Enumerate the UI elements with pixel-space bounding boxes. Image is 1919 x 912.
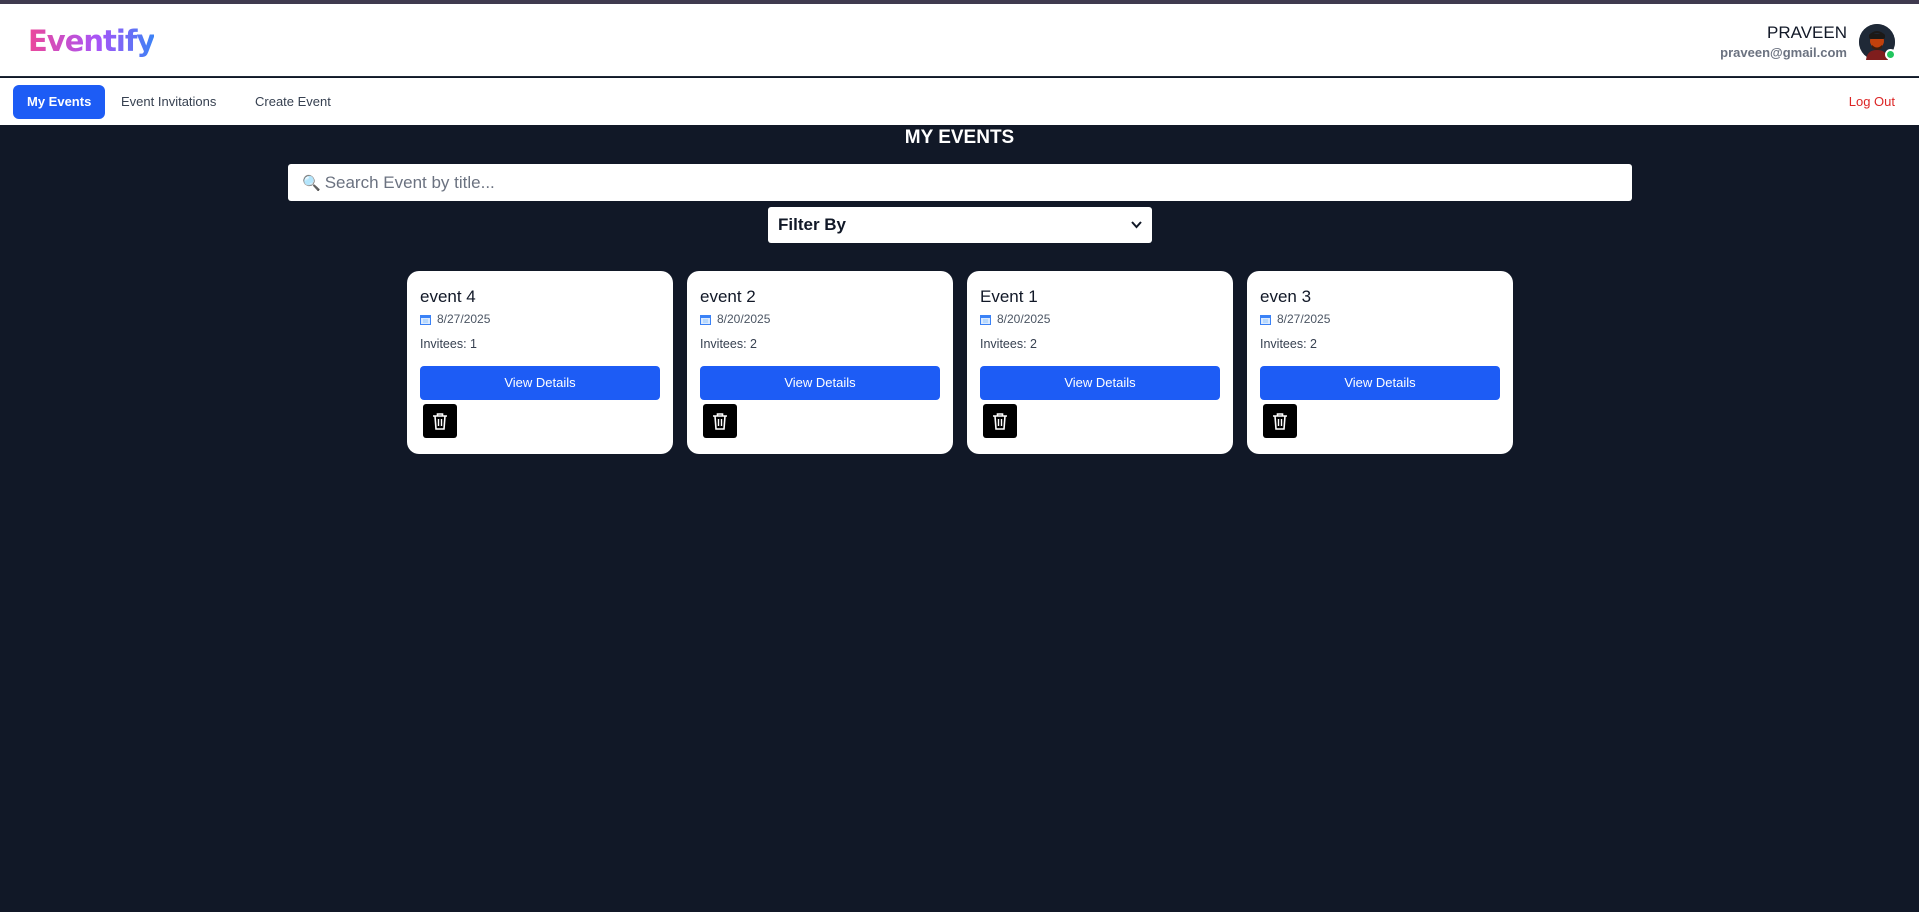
event-invitees: Invitees: 2 [700,337,757,351]
trash-icon [1273,413,1287,430]
delete-button[interactable] [983,404,1017,438]
event-invitees: Invitees: 1 [420,337,477,351]
event-card: event 2 8/20/2025 Invitees: 2 View Detai… [687,271,953,454]
event-date-row: 8/20/2025 [980,312,1050,326]
search-input[interactable] [324,164,1632,201]
event-card: event 4 8/27/2025 Invitees: 1 View Detai… [407,271,673,454]
calendar-icon [700,314,711,325]
calendar-icon [1260,314,1271,325]
filter-select[interactable]: Filter By [768,207,1152,243]
avatar[interactable] [1859,24,1896,60]
view-details-button[interactable]: View Details [980,366,1220,400]
event-date: 8/27/2025 [437,312,491,326]
user-email: praveen@gmail.com [1720,45,1847,60]
chevron-down-icon [1131,218,1142,232]
online-status-dot [1885,49,1896,60]
event-card: Event 1 8/20/2025 Invitees: 2 View Detai… [967,271,1233,454]
event-date-row: 8/27/2025 [1260,312,1330,326]
event-invitees: Invitees: 2 [980,337,1037,351]
app-logo[interactable]: Eventify [28,24,155,58]
view-details-button[interactable]: View Details [1260,366,1500,400]
event-date-row: 8/27/2025 [420,312,490,326]
event-title: event 4 [420,287,476,306]
event-date: 8/27/2025 [1277,312,1331,326]
delete-button[interactable] [423,404,457,438]
search-bar: 🔍 [288,164,1632,201]
delete-button[interactable] [1263,404,1297,438]
nav-bar: My Events Event Invitations Create Event… [0,78,1919,125]
logout-link[interactable]: Log Out [1849,85,1895,119]
nav-my-events[interactable]: My Events [13,85,106,119]
event-title: event 2 [700,287,756,306]
search-icon: 🔍 [302,174,321,192]
event-date: 8/20/2025 [997,312,1051,326]
event-card-list: event 4 8/27/2025 Invitees: 1 View Detai… [407,271,1513,454]
user-name: PRAVEEN [1767,23,1847,42]
calendar-icon [420,314,431,325]
nav-create-event[interactable]: Create Event [241,85,345,119]
calendar-icon [980,314,991,325]
event-date: 8/20/2025 [717,312,771,326]
view-details-button[interactable]: View Details [700,366,940,400]
event-title: Event 1 [980,287,1038,306]
trash-icon [713,413,727,430]
nav-event-invitations[interactable]: Event Invitations [107,85,230,119]
page-title: MY EVENTS [904,127,1015,148]
event-card: even 3 8/27/2025 Invitees: 2 View Detail… [1247,271,1513,454]
event-invitees: Invitees: 2 [1260,337,1317,351]
user-info: PRAVEEN praveen@gmail.com [1720,22,1847,62]
filter-selected-value: Filter By [778,215,847,234]
app-header: Eventify PRAVEEN praveen@gmail.com [0,4,1919,77]
trash-icon [993,413,1007,430]
event-title: even 3 [1260,287,1312,306]
delete-button[interactable] [703,404,737,438]
trash-icon [433,413,447,430]
event-date-row: 8/20/2025 [700,312,770,326]
view-details-button[interactable]: View Details [420,366,660,400]
